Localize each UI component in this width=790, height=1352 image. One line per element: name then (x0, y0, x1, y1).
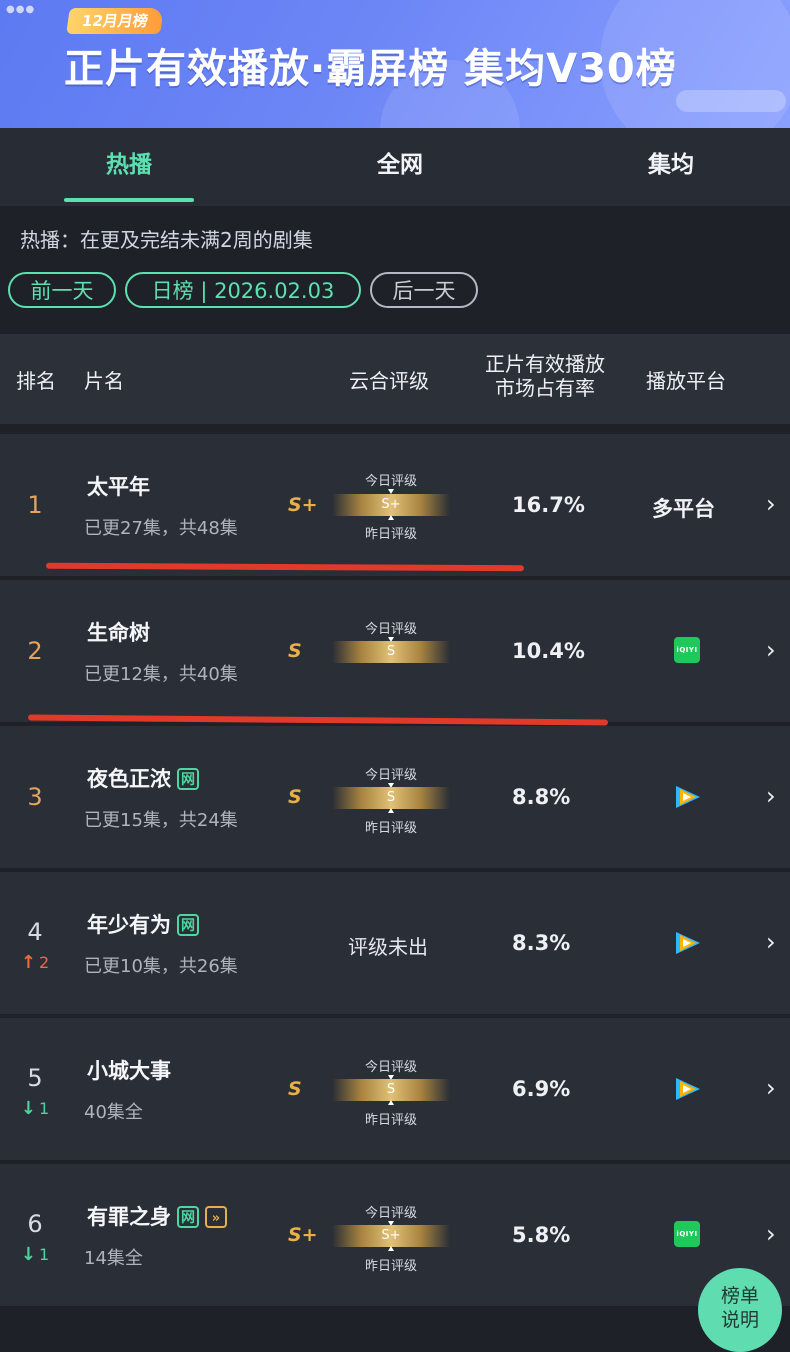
platform-label: 多平台 (652, 497, 715, 521)
table-row[interactable]: 4 ↑ 2 年少有为网 已更10集，共26集 评级未出 8.3% › (0, 872, 790, 1014)
rank-number: 2 (27, 637, 43, 665)
tencent-video-icon (676, 932, 700, 954)
tab-underline (64, 198, 194, 202)
prev-day-button[interactable]: 前一天 (8, 272, 116, 308)
grade-bar: S (332, 787, 450, 809)
tab-hot[interactable]: 热播 (64, 128, 194, 206)
header-platform: 播放平台 (646, 369, 726, 393)
rank-number: 4 (27, 918, 43, 946)
arrow-down-icon: ↓ (20, 1244, 36, 1265)
rank-number: 6 (27, 1210, 43, 1238)
rank-number: 5 (27, 1064, 43, 1092)
grade-marker-icon (388, 515, 394, 520)
tab-per-episode[interactable]: 集均 (606, 128, 736, 206)
banner-title: 正片有效播放·霸屏榜 集均V30榜 (64, 46, 677, 92)
banner-search-pill[interactable] (676, 90, 786, 112)
arrow-down-icon: ↓ (20, 1098, 36, 1119)
grade-bar: S+ (332, 1225, 450, 1247)
table-row[interactable]: 1 太平年 已更27集，共48集 S+ 今日评级 S+ 昨日评级 16.7% 多… (0, 434, 790, 576)
header-grade: 云合评级 (349, 369, 429, 393)
show-title: 年少有为网 (87, 909, 199, 939)
episode-info: 已更10集，共26集 (84, 956, 238, 977)
rank-change-up: ↑ 2 (20, 952, 50, 973)
ranking-explanation-button[interactable]: 榜单 说明 (698, 1268, 782, 1352)
today-grade-label: 今日评级 (364, 768, 417, 783)
header-banner: ●●● 12月月榜 正片有效播放·霸屏榜 集均V30榜 (0, 0, 790, 128)
today-grade-label: 今日评级 (364, 622, 417, 637)
header-rank: 排名 (16, 369, 56, 393)
grade-marker-icon (388, 1246, 394, 1251)
date-selector[interactable]: 日榜 | 2026.02.03 (125, 272, 361, 308)
window-dots: ●●● (6, 4, 36, 15)
show-title: 小城大事 (87, 1059, 171, 1083)
list-description: 热播：在更及完结未满2周的剧集 (20, 228, 313, 252)
tab-all-network[interactable]: 全网 (335, 128, 465, 206)
today-grade-label: 今日评级 (364, 474, 417, 489)
web-drama-tag: 网 (177, 914, 199, 936)
episode-info: 40集全 (84, 1102, 143, 1123)
grade-value: S (288, 786, 302, 808)
month-badge: 12月月榜 (66, 8, 164, 34)
episode-info: 已更15集，共24集 (84, 810, 238, 831)
show-title: 有罪之身网» (87, 1201, 227, 1231)
arrow-up-icon: ↑ (20, 952, 36, 973)
table-header: 排名 片名 云合评级 正片有效播放 市场占有率 播放平台 (0, 334, 790, 424)
grade-value: S+ (288, 1224, 318, 1246)
header-name: 片名 (84, 369, 124, 393)
web-drama-tag: 网 (177, 1206, 199, 1228)
chevron-right-icon[interactable]: › (766, 636, 776, 664)
rank-number: 3 (27, 783, 43, 811)
grade-marker-icon (388, 808, 394, 813)
header-share: 正片有效播放 市场占有率 (485, 352, 605, 400)
yesterday-grade-label: 昨日评级 (364, 1113, 417, 1128)
iqiyi-icon: iQIYI (674, 637, 700, 663)
yesterday-grade-label: 昨日评级 (364, 1259, 417, 1274)
rank-change-down: ↓ 1 (20, 1098, 50, 1119)
market-share: 10.4% (512, 639, 585, 663)
tencent-video-icon (676, 1078, 700, 1100)
today-grade-label: 今日评级 (364, 1206, 417, 1221)
market-share: 16.7% (512, 493, 585, 517)
fast-forward-tag-icon: » (205, 1206, 227, 1228)
web-drama-tag: 网 (177, 768, 199, 790)
rank-change-down: ↓ 1 (20, 1244, 50, 1265)
grade-marker-icon (388, 1100, 394, 1105)
today-grade-label: 今日评级 (364, 1060, 417, 1075)
chevron-right-icon[interactable]: › (766, 928, 776, 956)
grade-pending: 评级未出 (348, 935, 428, 959)
show-title: 生命树 (87, 621, 150, 645)
table-row[interactable]: 5 ↓ 1 小城大事 40集全 S 今日评级 S 昨日评级 6.9% › (0, 1018, 790, 1160)
chevron-right-icon[interactable]: › (766, 1074, 776, 1102)
market-share: 8.8% (512, 785, 571, 809)
table-row[interactable]: 6 ↓ 1 有罪之身网» 14集全 S+ 今日评级 S+ 昨日评级 5.8% iQ… (0, 1164, 790, 1306)
rank-number: 1 (27, 491, 43, 519)
tencent-video-icon (676, 786, 700, 808)
grade-bar: S (332, 641, 450, 663)
yesterday-grade-label: 昨日评级 (364, 821, 417, 836)
grade-value: S (288, 1078, 302, 1100)
episode-info: 已更27集，共48集 (84, 518, 238, 539)
show-title: 太平年 (87, 475, 150, 499)
market-share: 8.3% (512, 931, 571, 955)
grade-value: S (288, 640, 302, 662)
next-day-button[interactable]: 后一天 (370, 272, 478, 308)
tab-bar: 热播 全网 集均 (0, 128, 790, 206)
chevron-right-icon[interactable]: › (766, 490, 776, 518)
iqiyi-icon: iQIYI (674, 1221, 700, 1247)
chevron-right-icon[interactable]: › (766, 1220, 776, 1248)
market-share: 6.9% (512, 1077, 571, 1101)
grade-bar: S (332, 1079, 450, 1101)
episode-info: 14集全 (84, 1248, 143, 1269)
episode-info: 已更12集，共40集 (84, 664, 238, 685)
chevron-right-icon[interactable]: › (766, 782, 776, 810)
grade-value: S+ (288, 494, 318, 516)
yesterday-grade-label: 昨日评级 (364, 527, 417, 542)
table-row[interactable]: 2 生命树 已更12集，共40集 S 今日评级 S 10.4% iQIYI › (0, 580, 790, 722)
table-row[interactable]: 3 夜色正浓网 已更15集，共24集 S 今日评级 S 昨日评级 8.8% › (0, 726, 790, 868)
grade-bar: S+ (332, 494, 450, 516)
show-title: 夜色正浓网 (87, 763, 199, 793)
market-share: 5.8% (512, 1223, 571, 1247)
